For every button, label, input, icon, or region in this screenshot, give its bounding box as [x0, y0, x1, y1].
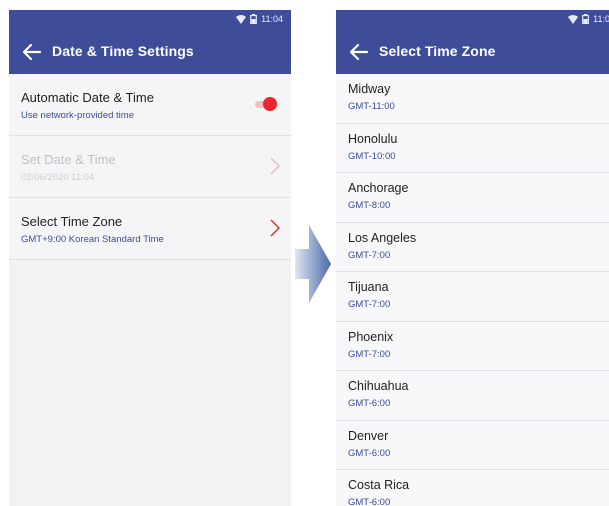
time-zone-name: Chihuahua [348, 379, 409, 393]
time-zone-offset: GMT-6:00 [348, 398, 391, 409]
time-zone-item[interactable]: Tijuana GMT-7:00 [336, 272, 609, 322]
flow-arrow-icon [295, 225, 331, 303]
app-bar: Select Time Zone [336, 30, 609, 74]
row-title: Select Time Zone [21, 214, 123, 229]
chevron-right-icon [270, 219, 280, 237]
back-arrow-icon[interactable] [348, 41, 370, 63]
status-bar: 11:04 [336, 10, 609, 30]
date-time-settings-screen: 11:04 Date & Time Settings Automatic Dat… [9, 10, 291, 506]
time-zone-item[interactable]: Honolulu GMT-10:00 [336, 123, 609, 173]
row-subtitle: Use network-provided time [21, 110, 134, 121]
time-zone-offset: GMT-7:00 [348, 249, 391, 261]
time-zone-name: Honolulu [348, 131, 398, 146]
time-zone-name: Midway [348, 82, 391, 96]
automatic-date-time-row[interactable]: Automatic Date & Time Use network-provid… [9, 74, 291, 136]
app-bar: Date & Time Settings [9, 30, 291, 74]
time-zone-name: Costa Rica [348, 478, 410, 492]
time-zone-offset: GMT-6:00 [348, 497, 391, 506]
status-time: 11:04 [261, 14, 283, 24]
status-icons: 11:04 [236, 14, 283, 24]
time-zone-name: Denver [348, 428, 389, 443]
time-zone-name: Tijuana [348, 280, 389, 294]
time-zone-name: Los Angeles [348, 230, 417, 245]
time-zone-item[interactable]: Anchorage GMT-8:00 [336, 173, 609, 223]
automatic-time-toggle[interactable] [251, 96, 277, 112]
time-zone-item[interactable]: Costa Rica GMT-6:00 [336, 470, 609, 506]
time-zone-item[interactable]: Los Angeles GMT-7:00 [336, 222, 609, 272]
time-zone-offset: GMT-7:00 [348, 299, 391, 310]
time-zone-name: Anchorage [348, 181, 409, 195]
time-zone-name: Phoenix [348, 329, 394, 344]
select-time-zone-row[interactable]: Select Time Zone GMT+9:00 Korean Standar… [9, 198, 291, 260]
row-subtitle: GMT+9:00 Korean Standard Time [21, 234, 164, 245]
wifi-icon [236, 14, 247, 24]
battery-icon [582, 14, 590, 24]
toggle-knob [263, 97, 277, 111]
time-zone-offset: GMT-6:00 [348, 447, 391, 459]
time-zone-offset: GMT-11:00 [348, 101, 395, 112]
time-zone-item[interactable]: Phoenix GMT-7:00 [336, 321, 609, 371]
time-zone-offset: GMT-7:00 [348, 348, 391, 360]
time-zone-item[interactable]: Chihuahua GMT-6:00 [336, 371, 609, 421]
time-zone-offset: GMT-10:00 [348, 150, 396, 162]
wifi-icon [568, 14, 579, 24]
time-zone-list: Midway GMT-11:00 Honolulu GMT-10:00 Anch… [336, 74, 609, 506]
status-bar: 11:04 [9, 10, 291, 30]
back-arrow-icon[interactable] [21, 41, 43, 63]
status-icons: 11:04 [568, 14, 609, 24]
battery-icon [250, 14, 258, 24]
row-title: Automatic Date & Time [21, 90, 154, 105]
row-title: Set Date & Time [21, 152, 116, 167]
set-date-time-row: Set Date & Time 02/06/2020 11:04 [9, 136, 291, 198]
time-zone-offset: GMT-8:00 [348, 200, 391, 211]
chevron-right-icon [270, 157, 280, 175]
time-zone-item[interactable]: Denver GMT-6:00 [336, 420, 609, 470]
row-subtitle: 02/06/2020 11:04 [21, 172, 95, 183]
time-zone-item[interactable]: Midway GMT-11:00 [336, 74, 609, 124]
select-time-zone-screen: 11:04 Select Time Zone Midway GMT-11:00 … [336, 10, 609, 506]
page-title: Date & Time Settings [52, 43, 194, 59]
page-title: Select Time Zone [379, 43, 496, 59]
status-time: 11:04 [593, 14, 609, 24]
